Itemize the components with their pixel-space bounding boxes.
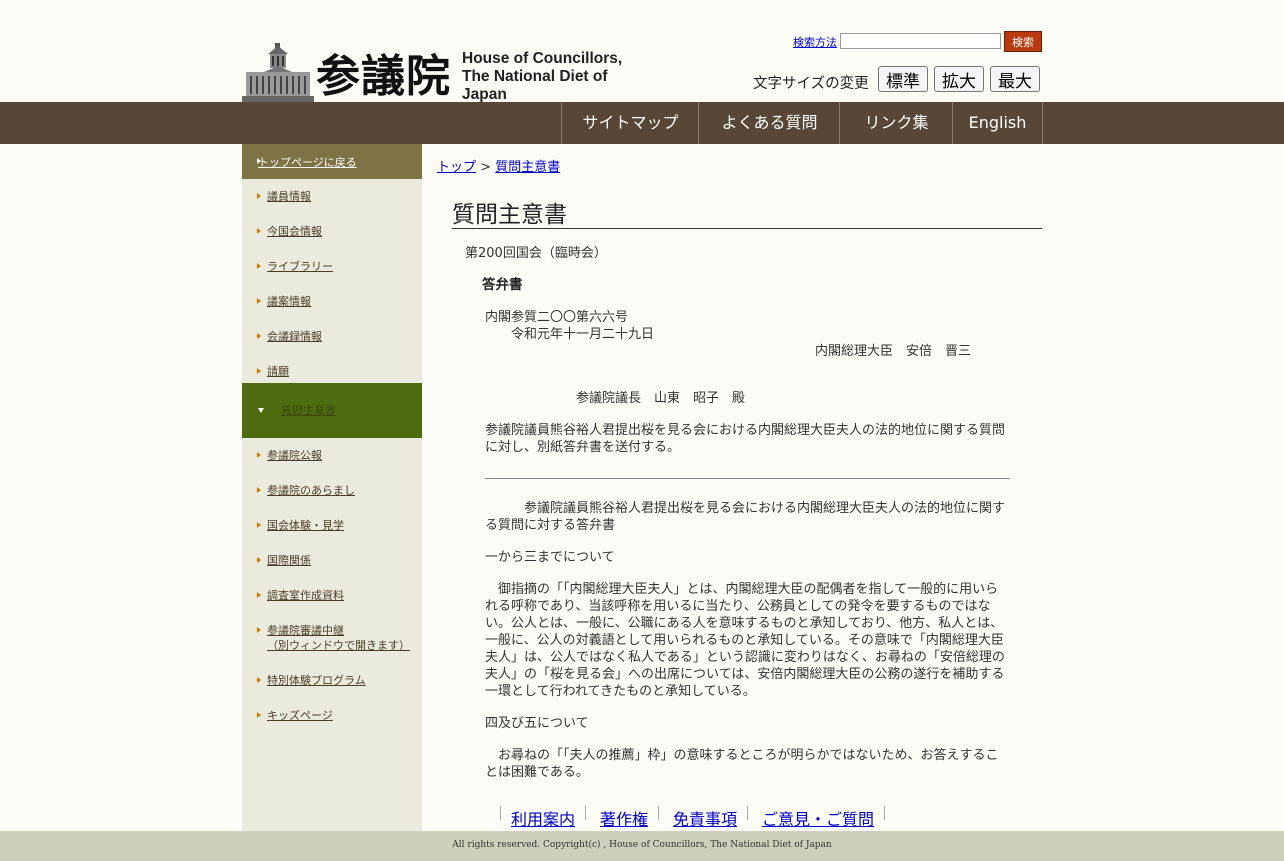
sidebar: トップページに戻る 議員情報 今国会情報 ライブラリー 議案情報 会議録情報 請… <box>242 144 422 831</box>
arrow-right-icon <box>257 712 261 718</box>
search-help-link[interactable]: 検索方法 <box>793 34 837 50</box>
section-body-2: お尋ねの「「夫人の推薦」枠」の意味するところが明らかではないため、お答えすること… <box>485 748 999 780</box>
sidebar-item-label: 参議院公報 <box>267 449 322 462</box>
cover-text: 参議院議員熊谷裕人君提出桜を見る会における内閣総理大臣夫人の法的地位に関する質問… <box>485 423 1006 455</box>
arrow-right-icon <box>257 627 261 633</box>
arrow-right-icon <box>257 557 261 563</box>
footer-link-copyright[interactable]: 著作権 <box>600 806 648 830</box>
back-to-top-label: トップページに戻る <box>258 156 357 169</box>
arrow-right-icon <box>257 592 261 598</box>
footer-separator <box>747 806 748 820</box>
site-header: 参議院 House of Councillors, The National D… <box>0 0 1284 104</box>
footer-link-feedback[interactable]: ご意見・ご質問 <box>762 806 874 830</box>
sidebar-item-label: 質問主意書 <box>281 404 336 417</box>
sidebar-item-label: ライブラリー <box>267 260 333 273</box>
session-label: 第200回国会（臨時会） <box>465 246 607 261</box>
sidebar-item-sublabel: （別ウィンドウで開きます） <box>267 639 410 652</box>
nav-faq[interactable]: よくある質問 <box>698 102 840 144</box>
footer-separator <box>884 806 885 820</box>
sidebar-item-label: キッズページ <box>267 709 333 722</box>
sidebar-item-label: 今国会情報 <box>267 225 322 238</box>
sidebar-item-label: 参議院のあらまし <box>267 484 355 497</box>
sidebar-item-label: 請願 <box>267 365 289 378</box>
breadcrumb: トップ > 質問主意書 <box>437 156 560 175</box>
divider <box>485 478 1010 479</box>
footer-link-usage[interactable]: 利用案内 <box>511 806 575 830</box>
copyright-text: All rights reserved. Copyright(c) , Hous… <box>452 840 832 850</box>
document-type: 答弁書 <box>482 277 523 293</box>
search-button[interactable]: 検索 <box>1004 31 1042 52</box>
logo-kanji: 参議院 <box>316 51 451 102</box>
sidebar-item-label: 調査室作成資料 <box>267 589 344 602</box>
breadcrumb-separator: > <box>480 160 492 175</box>
sidebar-item-label: 特別体験プログラム <box>267 674 366 687</box>
logo-english-line2: The National Diet of Japan <box>462 68 608 103</box>
font-size-standard-button[interactable]: 標準 <box>878 66 928 92</box>
font-size-label: 文字サイズの変更 <box>753 76 869 92</box>
sidebar-item-label: 議員情報 <box>267 190 311 203</box>
footer-separator <box>658 806 659 820</box>
arrow-right-icon <box>257 452 261 458</box>
section-heading-2: 四及び五について <box>485 716 589 731</box>
global-nav: サイトマップ よくある質問 リンク集 English <box>0 102 1284 144</box>
arrow-down-icon <box>258 408 264 413</box>
breadcrumb-current-link[interactable]: 質問主意書 <box>495 160 560 175</box>
document-sender: 内閣総理大臣 安倍 晋三 <box>815 344 972 359</box>
nav-links[interactable]: リンク集 <box>839 102 953 144</box>
section-body-1: 御指摘の「「内閣総理大臣夫人」とは、内閣総理大臣の配偶者を指して一般的に用いられ… <box>485 582 1005 699</box>
document-date: 令和元年十一月二十九日 <box>511 327 655 342</box>
answer-title: 参議院議員熊谷裕人君提出桜を見る会における内閣総理大臣夫人の法的地位に関する質問… <box>485 501 1006 533</box>
sidebar-item-label: 議案情報 <box>267 295 311 308</box>
sidebar-item-label: 参議院審議中継 <box>267 624 344 637</box>
breadcrumb-top-link[interactable]: トップ <box>437 160 476 175</box>
sidebar-item-live-broadcast[interactable]: 参議院審議中継 （別ウィンドウで開きます） <box>242 623 422 653</box>
document-recipient: 参議院議長 山東 昭子 殿 <box>576 391 746 406</box>
footer-separator <box>585 806 586 820</box>
arrow-right-icon <box>257 193 261 199</box>
page-title: 質問主意書 <box>452 195 1042 229</box>
arrow-right-icon <box>257 298 261 304</box>
logo-english: House of Councillors, The National Diet … <box>462 50 642 104</box>
sidebar-item-label: 会議録情報 <box>267 330 322 343</box>
section-heading-1: 一から三までについて <box>485 550 615 565</box>
sidebar-item-label: 国会体験・見学 <box>267 519 344 532</box>
site-logo[interactable]: 参議院 House of Councillors, The National D… <box>242 40 642 104</box>
sidebar-item-label: 国際関係 <box>267 554 311 567</box>
sidebar-back-to-top[interactable]: トップページに戻る <box>242 144 422 179</box>
font-size-large-button[interactable]: 拡大 <box>934 66 984 92</box>
sidebar-item-questions-active[interactable]: 質問主意書 <box>242 383 422 438</box>
arrow-right-icon <box>257 228 261 234</box>
arrow-right-icon <box>257 487 261 493</box>
arrow-right-icon <box>257 368 261 374</box>
nav-sitemap[interactable]: サイトマップ <box>561 102 699 144</box>
logo-english-line1: House of Councillors, <box>462 50 623 67</box>
nav-english[interactable]: English <box>952 102 1043 144</box>
site-footer: All rights reserved. Copyright(c) , Hous… <box>0 831 1284 861</box>
arrow-right-icon <box>257 522 261 528</box>
arrow-right-icon <box>257 677 261 683</box>
footer-separator <box>500 806 501 820</box>
arrow-right-icon <box>257 263 261 269</box>
diet-building-icon <box>242 43 314 102</box>
document-number: 内閣参質二〇〇第六六号 <box>485 310 629 325</box>
footer-link-disclaimer[interactable]: 免責事項 <box>673 806 737 830</box>
font-size-max-button[interactable]: 最大 <box>990 66 1040 92</box>
search-input[interactable] <box>840 33 1001 49</box>
arrow-right-icon <box>257 333 261 339</box>
